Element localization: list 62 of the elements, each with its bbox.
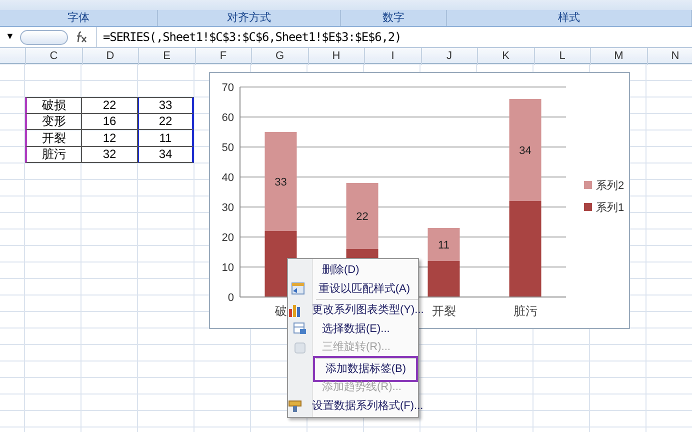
table-cell: 22 — [138, 114, 194, 130]
bar[interactable] — [428, 228, 460, 261]
ribbon-group-label: 对齐方式 — [158, 10, 341, 26]
data-label: 22 — [356, 211, 368, 223]
table-cell: 33 — [138, 97, 194, 114]
data-label: 11 — [438, 240, 450, 252]
table-cell: 11 — [138, 130, 194, 146]
formula-text[interactable]: =SERIES(,Sheet1!$C$3:$C$6,Sheet1!$E$3:$E$6,2) — [103, 28, 402, 46]
format-icon — [288, 399, 302, 412]
table-cell: 16 — [82, 114, 138, 130]
y-tick-label: 60 — [222, 112, 234, 124]
bar[interactable] — [428, 261, 460, 297]
menu-item[interactable]: 设置数据系列格式(F)... — [304, 396, 432, 416]
legend-label: 系列2 — [596, 180, 624, 192]
column-header[interactable]: K — [477, 48, 534, 64]
table-cell: 脏污 — [25, 146, 82, 163]
bar-chart-icon — [288, 304, 302, 317]
column-header[interactable]: I — [364, 48, 420, 64]
column-header[interactable]: F — [194, 48, 251, 64]
x-tick-label: 破 — [274, 304, 287, 318]
table-cell: 变形 — [25, 114, 82, 130]
table-cell: 32 — [82, 146, 138, 163]
function-icon[interactable] — [74, 31, 88, 43]
y-tick-label: 10 — [222, 262, 234, 274]
table-cell: 34 — [138, 146, 194, 163]
column-header[interactable]: G — [251, 48, 308, 64]
bar[interactable] — [509, 201, 542, 297]
y-tick-label: 0 — [228, 292, 234, 304]
table-cell: 开裂 — [25, 130, 82, 146]
ribbon-group-label: 字体 — [0, 10, 158, 26]
column-header[interactable]: M — [590, 48, 646, 64]
column-header[interactable]: C — [25, 48, 82, 64]
column-header[interactable]: N — [646, 48, 692, 64]
column-header[interactable]: J — [420, 48, 477, 64]
table-icon — [291, 282, 306, 296]
table-icon — [293, 322, 307, 336]
column-header[interactable]: E — [138, 48, 194, 64]
y-tick-label: 70 — [222, 82, 234, 94]
x-tick-label: 脏污 — [513, 304, 538, 318]
menu-item[interactable]: 更改系列图表类型(Y)... — [304, 300, 432, 320]
column-header[interactable]: H — [308, 48, 364, 64]
cube-icon — [293, 340, 307, 354]
table-cell: 12 — [82, 130, 138, 146]
y-tick-label: 20 — [222, 232, 234, 244]
table-cell: 破损 — [25, 97, 82, 114]
column-header[interactable]: D — [82, 48, 138, 64]
menu-item[interactable]: 删除(D) — [314, 260, 368, 280]
menu-item[interactable]: 添加数据标签(B) — [313, 356, 418, 382]
data-label: 33 — [274, 176, 287, 188]
ribbon-group-label: 数字 — [341, 10, 447, 26]
menu-item[interactable]: 重设以匹配样式(A) — [310, 278, 418, 299]
x-tick-label: 开裂 — [432, 304, 456, 318]
table-cell: 22 — [82, 97, 138, 114]
data-label: 34 — [519, 145, 532, 157]
y-tick-label: 50 — [222, 142, 234, 154]
ribbon-group-label: 样式 — [447, 10, 692, 26]
legend-label: 系列1 — [596, 202, 624, 214]
expand-button[interactable] — [20, 30, 68, 44]
name-box-dropdown[interactable]: ▼ — [0, 30, 20, 44]
y-tick-label: 40 — [222, 172, 234, 184]
column-header[interactable]: L — [534, 48, 590, 64]
y-tick-label: 30 — [222, 202, 234, 214]
